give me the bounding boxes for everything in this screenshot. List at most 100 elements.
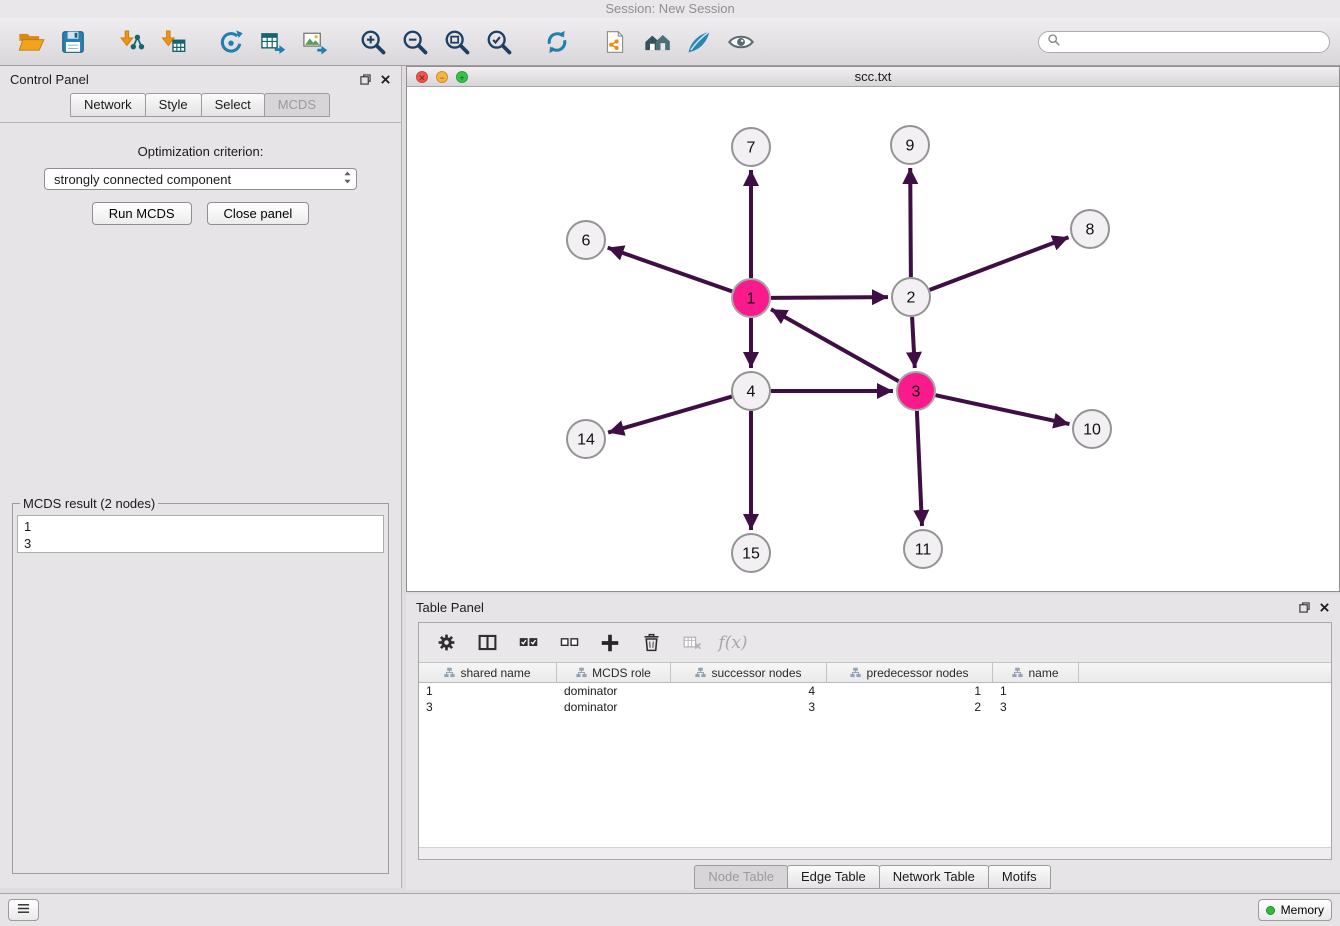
minimize-window-button[interactable]: −	[436, 71, 448, 83]
column-visibility-button[interactable]	[474, 630, 500, 656]
task-history-button[interactable]	[8, 899, 39, 921]
graph-edge-2-3[interactable]	[912, 317, 915, 368]
float-panel-button[interactable]	[360, 74, 371, 85]
graph-edge-3-10[interactable]	[936, 395, 1070, 424]
apply-style-button[interactable]	[678, 21, 720, 63]
column-header-filler	[1079, 663, 1331, 683]
column-header-predecessor-nodes[interactable]: predecessor nodes	[827, 663, 993, 683]
zoom-fit-button[interactable]	[436, 21, 478, 63]
column-header-name[interactable]: name	[993, 663, 1079, 683]
graph-edge-1-6[interactable]	[608, 248, 732, 292]
search-box[interactable]	[1038, 31, 1330, 53]
edges-layer	[608, 168, 1070, 530]
column-header-shared-name[interactable]: shared name	[419, 663, 557, 683]
svg-text:2: 2	[907, 290, 916, 307]
graph-edge-3-11[interactable]	[917, 411, 922, 526]
result-item[interactable]: 3	[24, 535, 383, 552]
criterion-select[interactable]: strongly connected component	[44, 168, 357, 190]
graph-node-11[interactable]: 11	[904, 530, 942, 568]
main-toolbar-buttons	[10, 21, 762, 63]
close-panel-icon-button[interactable]	[380, 74, 391, 85]
deselect-all-button[interactable]	[556, 630, 582, 656]
tab-node-table[interactable]: Node Table	[694, 865, 788, 889]
graph-node-15[interactable]: 15	[732, 534, 770, 572]
tab-mcds[interactable]: MCDS	[264, 93, 330, 117]
table-horizontal-scrollbar[interactable]	[419, 847, 1331, 859]
show-graphics-details-button[interactable]	[720, 21, 762, 63]
close-panel-button[interactable]: Close panel	[207, 202, 310, 225]
svg-text:11: 11	[915, 542, 932, 559]
refresh-view-button[interactable]	[536, 21, 578, 63]
graph-edge-2-8[interactable]	[930, 237, 1069, 290]
export-image-button[interactable]	[294, 21, 336, 63]
delete-table-button	[679, 630, 705, 656]
table-settings-button[interactable]	[433, 630, 459, 656]
save-session-button[interactable]	[52, 21, 94, 63]
tab-edge-table[interactable]: Edge Table	[787, 865, 880, 889]
graph-node-9[interactable]: 9	[891, 126, 929, 164]
document-network-button[interactable]	[594, 21, 636, 63]
import-network-button[interactable]	[110, 21, 152, 63]
zoom-fit-icon	[443, 28, 471, 56]
graph-node-2[interactable]: 2	[892, 278, 930, 316]
close-window-button[interactable]: ✕	[416, 71, 428, 83]
column-header-successor-nodes[interactable]: successor nodes	[671, 663, 827, 683]
select-all-button[interactable]	[515, 630, 541, 656]
export-table-button[interactable]	[252, 21, 294, 63]
graph-node-4[interactable]: 4	[732, 372, 770, 410]
graph-edge-2-9[interactable]	[910, 168, 911, 277]
svg-text:9: 9	[906, 138, 915, 155]
table-row[interactable]: 3dominator323	[419, 699, 1331, 715]
graph-node-10[interactable]: 10	[1073, 410, 1111, 448]
tab-select[interactable]: Select	[201, 93, 265, 117]
network-view-titlebar[interactable]: ✕ − + scc.txt	[407, 67, 1339, 87]
open-session-icon	[17, 28, 45, 56]
delete-row-button[interactable]	[638, 630, 664, 656]
svg-text:15: 15	[742, 546, 760, 563]
tab-style[interactable]: Style	[145, 93, 202, 117]
graph-node-6[interactable]: 6	[567, 221, 605, 259]
control-panel-title: Control Panel	[10, 72, 89, 87]
close-table-panel-button[interactable]	[1319, 602, 1330, 613]
zoom-selected-button[interactable]	[478, 21, 520, 63]
network-analyzer-button[interactable]	[636, 21, 678, 63]
result-item[interactable]: 1	[24, 518, 383, 535]
search-icon	[1047, 33, 1061, 50]
table-row[interactable]: 1dominator411	[419, 683, 1331, 699]
run-mcds-button[interactable]: Run MCDS	[92, 202, 192, 225]
add-row-button[interactable]	[597, 630, 623, 656]
tab-motifs[interactable]: Motifs	[988, 865, 1051, 889]
node-table-container: f(x) shared nameMCDS rolesuccessor nodes…	[418, 622, 1332, 860]
svg-text:1: 1	[747, 291, 756, 308]
graph-node-8[interactable]: 8	[1071, 210, 1109, 248]
graph-edge-3-1[interactable]	[771, 309, 899, 381]
tab-network-table[interactable]: Network Table	[879, 865, 989, 889]
graph-node-3[interactable]: 3	[897, 372, 935, 410]
open-session-button[interactable]	[10, 21, 52, 63]
import-table-button[interactable]	[152, 21, 194, 63]
column-header-MCDS-role[interactable]: MCDS role	[557, 663, 671, 683]
table-header-row: shared nameMCDS rolesuccessor nodesprede…	[419, 663, 1331, 683]
zoom-in-button[interactable]	[352, 21, 394, 63]
status-bar: Memory	[0, 893, 1340, 926]
table-body[interactable]: 1dominator4113dominator323	[419, 683, 1331, 847]
new-network-from-selection-button[interactable]	[210, 21, 252, 63]
svg-text:7: 7	[747, 140, 756, 157]
import-table-icon	[159, 28, 187, 56]
search-input[interactable]	[1065, 34, 1321, 49]
graph-edge-4-14[interactable]	[608, 397, 732, 433]
memory-button[interactable]: Memory	[1258, 899, 1332, 921]
network-canvas[interactable]: 7 9 6 8 1 2 4 3 14 10 15 11	[407, 87, 1339, 591]
titlebar[interactable]: Session: New Session	[0, 0, 1340, 18]
graph-node-1[interactable]: 1	[732, 279, 770, 317]
maximize-window-button[interactable]: +	[456, 71, 468, 83]
zoom-out-button[interactable]	[394, 21, 436, 63]
export-table-icon	[259, 28, 287, 56]
float-table-panel-button[interactable]	[1299, 602, 1310, 613]
control-panel-header: Control Panel	[0, 66, 401, 92]
graph-node-7[interactable]: 7	[732, 128, 770, 166]
tab-network[interactable]: Network	[70, 93, 146, 117]
graph-node-14[interactable]: 14	[567, 420, 605, 458]
mcds-result-list[interactable]: 13	[17, 515, 384, 553]
graph-edge-1-2[interactable]	[771, 297, 888, 298]
